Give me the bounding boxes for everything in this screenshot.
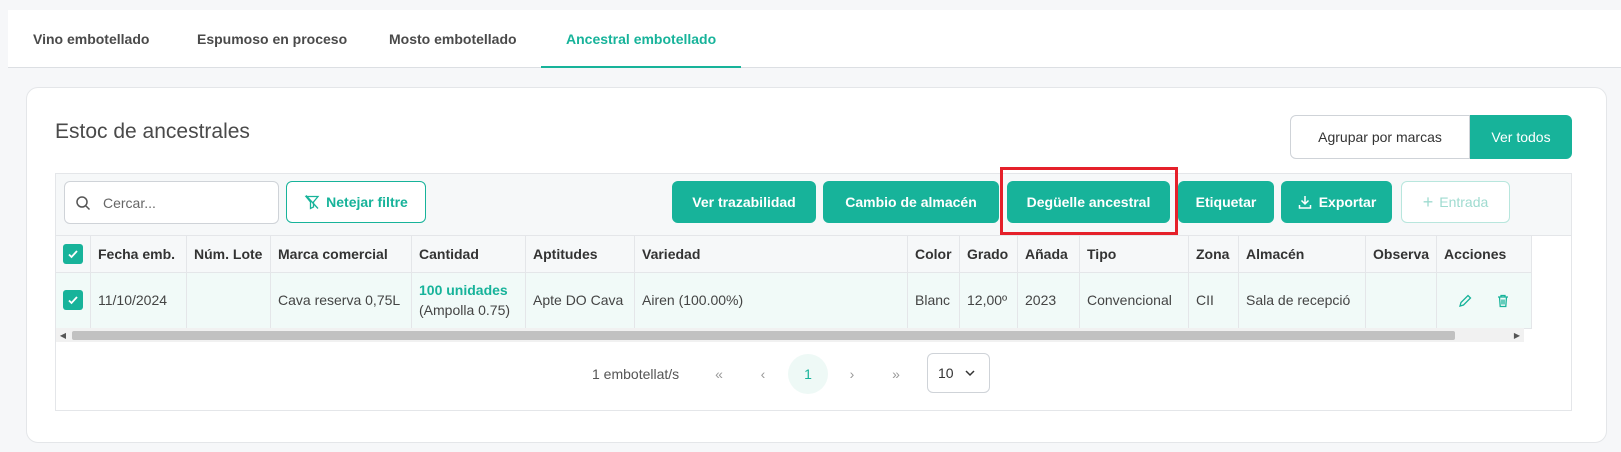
search-icon [76,195,91,210]
search-input[interactable] [103,194,263,211]
next-page-button[interactable]: › [834,356,870,392]
entry-label: Entrada [1439,194,1489,210]
cell-observaciones [1365,272,1438,329]
tab-espumoso-en-proceso[interactable]: Espumoso en proceso [172,10,372,68]
clear-filter-button[interactable]: Netejar filtre [286,181,426,223]
search-box[interactable] [64,181,279,224]
column-header[interactable]: Variedad [634,236,908,273]
quantity-container: (Ampolla 0.75) [419,302,511,318]
filter-off-icon [304,195,320,210]
column-header[interactable]: Añada [1017,236,1080,273]
column-header[interactable]: Fecha emb. [90,236,187,273]
card-title: Estoc de ancestrales [55,120,250,143]
horizontal-scrollbar[interactable]: ◀ ▶ [56,328,1524,342]
cell-almacen: Sala de recepció [1238,272,1366,329]
cell-color: Blanc [907,272,960,329]
stock-table: Fecha emb. Núm. Lote Marca comercial Can… [56,236,1533,329]
select-all-cell[interactable] [56,236,91,273]
table-row[interactable]: 11/10/2024 Cava reserva 0,75L 100 unidad… [56,272,1533,329]
quantity-value: 100 unidades [419,282,508,298]
tab-mosto-embotellado[interactable]: Mosto embotellado [364,10,542,68]
column-header[interactable]: Aptitudes [525,236,635,273]
check-icon [68,296,78,305]
first-page-button[interactable]: « [701,356,737,392]
view-traceability-button[interactable]: Ver trazabilidad [672,181,816,223]
select-all-checkbox[interactable] [63,243,83,264]
scroll-thumb[interactable] [72,331,1455,340]
last-page-button[interactable]: » [878,356,914,392]
row-checkbox[interactable] [63,290,83,310]
export-label: Exportar [1318,194,1377,210]
view-all-button[interactable]: Ver todos [1470,115,1572,159]
stock-card: Estoc de ancestrales Agrupar por marcas … [26,87,1607,443]
pagination: 1 embotellat/s « ‹ 1 › » 10 [56,352,1571,396]
cell-fecha: 11/10/2024 [90,272,187,329]
tab-vino-embotellado[interactable]: Vino embotellado [8,10,174,68]
column-header[interactable]: Tipo [1079,236,1189,273]
column-header[interactable]: Zona [1188,236,1239,273]
cell-cantidad: 100 unidades (Ampolla 0.75) [411,272,526,329]
prev-page-button[interactable]: ‹ [745,356,781,392]
cell-aptitudes: Apte DO Cava [525,272,635,329]
page-size-value: 10 [938,365,954,381]
cell-tipo: Convencional [1079,272,1189,329]
page-1-button[interactable]: 1 [788,354,828,394]
column-header[interactable]: Núm. Lote [186,236,271,273]
entry-button[interactable]: + Entrada [1401,181,1510,223]
cell-marca: Cava reserva 0,75L [270,272,412,329]
scroll-right-arrow[interactable]: ▶ [1510,328,1524,342]
column-header[interactable]: Observa [1365,236,1438,273]
pagination-summary: 1 embotellat/s [592,366,680,382]
cell-variedad: Airen (100.00%) [634,272,908,329]
tab-ancestral-embotellado[interactable]: Ancestral embotellado [541,10,741,68]
change-warehouse-button[interactable]: Cambio de almacén [823,181,999,223]
plus-icon: + [1422,191,1434,212]
column-header: Acciones [1436,236,1533,273]
table-header-row: Fecha emb. Núm. Lote Marca comercial Can… [56,236,1533,273]
column-header[interactable]: Grado [959,236,1018,273]
cell-acciones [1436,272,1533,329]
column-header[interactable]: Color [907,236,960,273]
table-panel: Netejar filtre Ver trazabilidad Cambio d… [55,167,1572,411]
scroll-left-arrow[interactable]: ◀ [56,328,70,342]
toolbar: Netejar filtre Ver trazabilidad Cambio d… [56,167,1571,236]
check-icon [68,250,78,259]
column-header[interactable]: Cantidad [411,236,526,273]
cell-zona: CII [1188,272,1239,329]
row-select-cell[interactable] [56,272,91,329]
column-header[interactable]: Marca comercial [270,236,412,273]
export-button[interactable]: Exportar [1281,181,1392,223]
group-by-brand-button[interactable]: Agrupar por marcas [1290,115,1470,159]
tab-bar: Vino embotellado Espumoso en proceso Mos… [8,10,1621,68]
column-header[interactable]: Almacén [1238,236,1366,273]
download-icon [1298,196,1311,209]
trash-icon[interactable] [1495,293,1511,309]
cell-grado: 12,00º [959,272,1018,329]
edit-icon[interactable] [1457,293,1473,309]
clear-filter-label: Netejar filtre [326,194,408,210]
cell-lote [186,272,271,329]
page-size-select[interactable]: 10 [927,353,990,393]
label-button[interactable]: Etiquetar [1178,181,1274,223]
chevron-down-icon [965,370,975,377]
ancestral-disgorge-button[interactable]: Degüelle ancestral [1007,181,1170,223]
cell-anada: 2023 [1017,272,1080,329]
